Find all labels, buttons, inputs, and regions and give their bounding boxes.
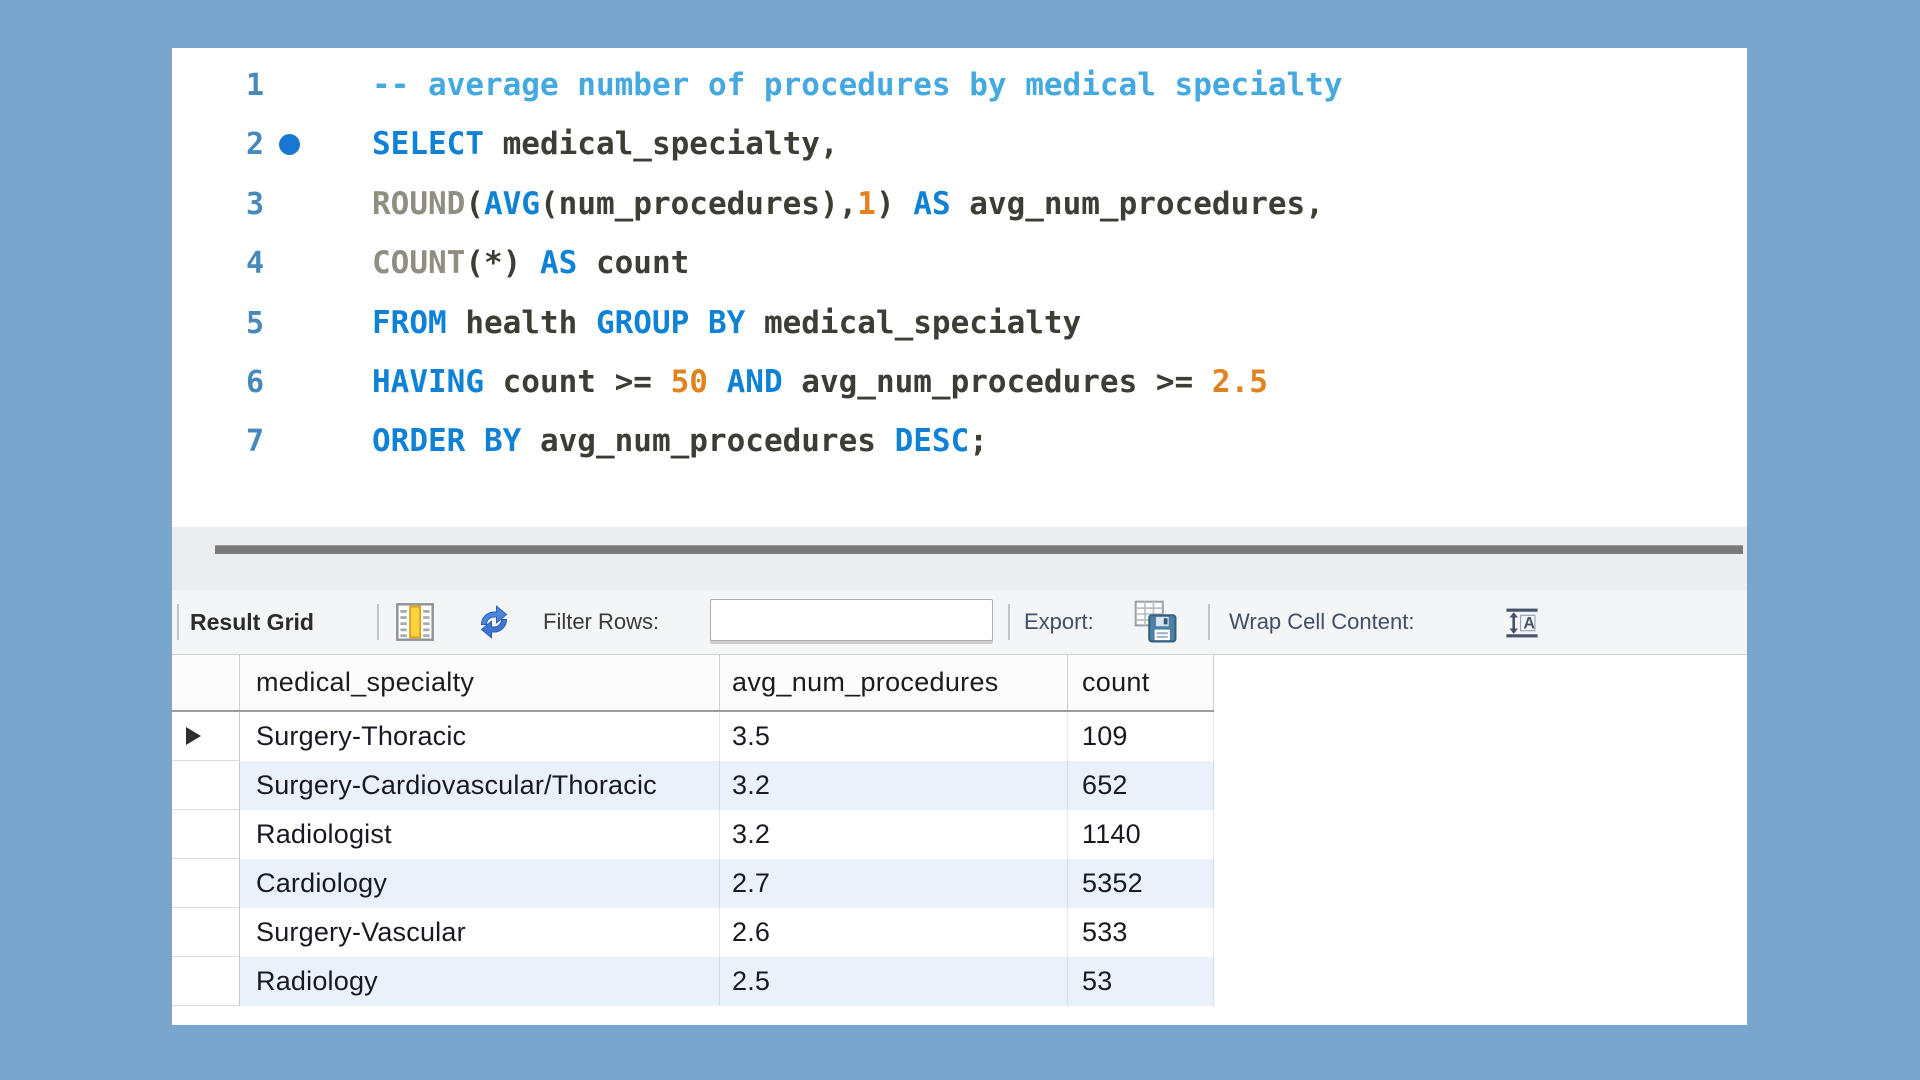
code-line: 2 SELECT medical_specialty,	[172, 115, 1747, 174]
export-label: Export:	[1024, 590, 1094, 654]
table-row[interactable]: Surgery-Vascular2.6533	[172, 908, 1214, 957]
breakpoint-dot-icon	[279, 134, 300, 155]
line-number: 2	[230, 115, 264, 174]
line-number: 5	[230, 294, 264, 353]
cell-avg_num_procedures[interactable]: 3.5	[720, 712, 1068, 761]
result-grid-toolbar: Result Grid Filter Rows:	[172, 590, 1747, 655]
code-line: 7 ORDER BY avg_num_procedures DESC;	[172, 412, 1747, 471]
code-line: 5 FROM health GROUP BY medical_specialty	[172, 294, 1747, 353]
code-lines: 1 -- average number of procedures by medi…	[172, 56, 1747, 472]
cell-avg_num_procedures[interactable]: 2.6	[720, 908, 1068, 957]
header-row-selector[interactable]	[172, 655, 240, 710]
refresh-arrows-icon[interactable]	[472, 602, 516, 647]
code-line: 1 -- average number of procedures by medi…	[172, 56, 1747, 115]
export-save-icon[interactable]	[1133, 600, 1179, 649]
toolbar-separator	[1008, 604, 1010, 640]
toolbar-separator	[177, 604, 179, 640]
filter-rows-label: Filter Rows:	[543, 590, 659, 654]
column-header-medical-specialty[interactable]: medical_specialty	[240, 655, 720, 710]
wrap-cell-content-icon[interactable]: A	[1503, 605, 1541, 646]
code-text: FROM health GROUP BY medical_specialty	[372, 294, 1081, 353]
result-grid-header: medical_specialty avg_num_procedures cou…	[172, 655, 1214, 712]
code-text: -- average number of procedures by medic…	[372, 56, 1343, 115]
row-selector[interactable]	[172, 957, 240, 1006]
code-text: SELECT medical_specialty,	[372, 115, 839, 174]
code-text: COUNT(*) AS count	[372, 234, 689, 293]
row-selector[interactable]	[172, 712, 240, 761]
line-number: 7	[230, 412, 264, 471]
table-row[interactable]: Radiology2.553	[172, 957, 1214, 1006]
line-number: 6	[230, 353, 264, 412]
cell-medical_specialty[interactable]: Surgery-Cardiovascular/Thoracic	[240, 761, 720, 810]
line-number: 3	[230, 175, 264, 234]
cell-medical_specialty[interactable]: Surgery-Thoracic	[240, 712, 720, 761]
line-number: 4	[230, 234, 264, 293]
cell-medical_specialty[interactable]: Radiology	[240, 957, 720, 1006]
cell-count[interactable]: 1140	[1068, 810, 1214, 859]
editor-scrollbar-thumb[interactable]	[215, 545, 1743, 554]
cell-medical_specialty[interactable]: Radiologist	[240, 810, 720, 859]
table-row[interactable]: Cardiology2.75352	[172, 859, 1214, 908]
code-editor[interactable]: 1 -- average number of procedures by medi…	[172, 48, 1747, 527]
svg-text:A: A	[1523, 615, 1535, 633]
code-text: HAVING count >= 50 AND avg_num_procedure…	[372, 353, 1268, 412]
cell-count[interactable]: 5352	[1068, 859, 1214, 908]
code-line: 6 HAVING count >= 50 AND avg_num_procedur…	[172, 353, 1747, 412]
table-row[interactable]: Radiologist3.21140	[172, 810, 1214, 859]
wrap-cell-content-label: Wrap Cell Content:	[1229, 590, 1414, 654]
result-grid-title: Result Grid	[190, 590, 314, 654]
cell-count[interactable]: 53	[1068, 957, 1214, 1006]
grid-columns-icon[interactable]	[395, 602, 435, 647]
code-line: 4 COUNT(*) AS count	[172, 234, 1747, 293]
table-row[interactable]: Surgery-Thoracic3.5109	[172, 712, 1214, 761]
toolbar-separator	[377, 604, 379, 640]
line-number: 1	[230, 56, 264, 115]
row-selector[interactable]	[172, 908, 240, 957]
column-header-count[interactable]: count	[1068, 655, 1214, 710]
row-selector[interactable]	[172, 810, 240, 859]
table-row[interactable]: Surgery-Cardiovascular/Thoracic3.2652	[172, 761, 1214, 810]
editor-scrollbar-track[interactable]	[172, 527, 1747, 590]
cell-avg_num_procedures[interactable]: 3.2	[720, 761, 1068, 810]
row-selector[interactable]	[172, 761, 240, 810]
toolbar-separator	[1208, 604, 1210, 640]
cell-count[interactable]: 652	[1068, 761, 1214, 810]
cell-medical_specialty[interactable]: Surgery-Vascular	[240, 908, 720, 957]
row-selector[interactable]	[172, 859, 240, 908]
cell-count[interactable]: 109	[1068, 712, 1214, 761]
result-grid-rows: Surgery-Thoracic3.5109Surgery-Cardiovasc…	[172, 712, 1214, 1006]
cell-medical_specialty[interactable]: Cardiology	[240, 859, 720, 908]
cell-count[interactable]: 533	[1068, 908, 1214, 957]
column-header-avg-num-procedures[interactable]: avg_num_procedures	[720, 655, 1068, 710]
code-text: ROUND(AVG(num_procedures),1) AS avg_num_…	[372, 175, 1324, 234]
code-line: 3 ROUND(AVG(num_procedures),1) AS avg_num…	[172, 175, 1747, 234]
cell-avg_num_procedures[interactable]: 3.2	[720, 810, 1068, 859]
cell-avg_num_procedures[interactable]: 2.5	[720, 957, 1068, 1006]
sql-editor-panel: 1 -- average number of procedures by medi…	[172, 48, 1747, 1025]
desktop-background: { "colors": { "background": "#7aa6ce", "…	[0, 0, 1920, 1080]
code-text: ORDER BY avg_num_procedures DESC;	[372, 412, 988, 471]
filter-rows-input[interactable]	[710, 599, 993, 641]
cell-avg_num_procedures[interactable]: 2.7	[720, 859, 1068, 908]
current-row-triangle-icon	[186, 727, 201, 745]
